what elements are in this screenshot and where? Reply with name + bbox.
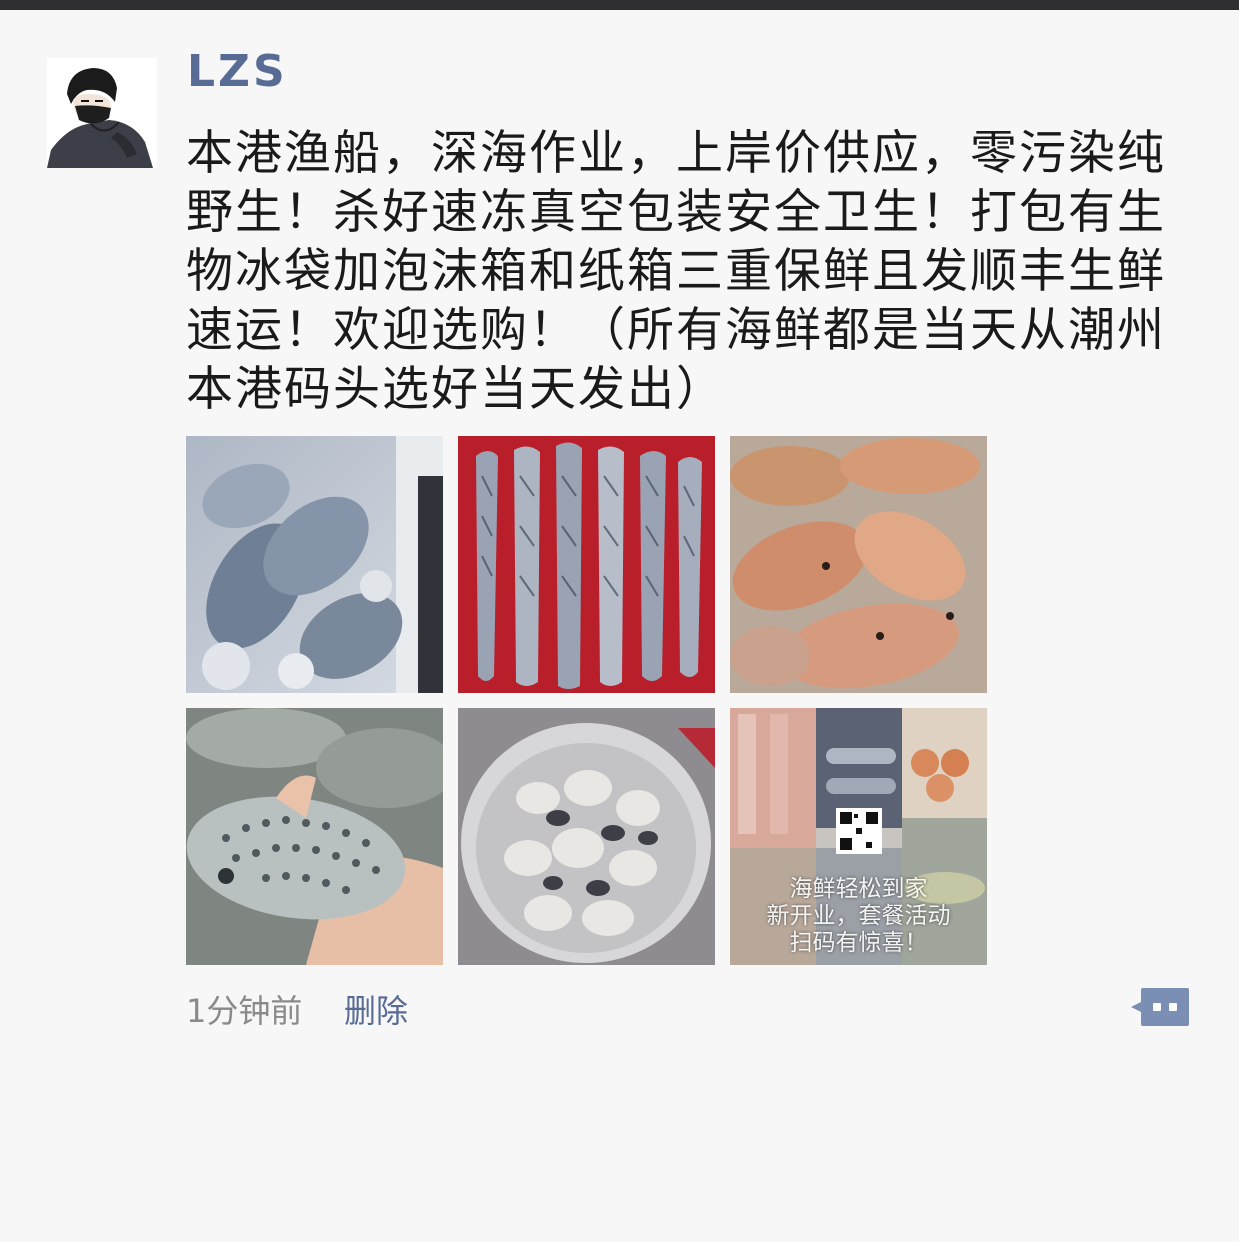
- photo-grid: 海鲜轻松到家 新开业，套餐活动 扫码有惊喜！: [186, 436, 988, 966]
- spotted-fish-photo-icon: [186, 708, 443, 965]
- post-timestamp: 1分钟前: [186, 992, 303, 1030]
- photo-mackerel[interactable]: [458, 436, 715, 693]
- promo-line-3: 扫码有惊喜！: [789, 930, 928, 956]
- photo-frozen-fish[interactable]: [186, 436, 443, 693]
- author-name[interactable]: LZS: [187, 46, 288, 97]
- top-border: [0, 0, 1239, 10]
- mackerel-photo-icon: [458, 436, 715, 693]
- photo-parrotfish[interactable]: [730, 436, 987, 693]
- photo-spotted-fish[interactable]: [186, 708, 443, 965]
- avatar-illustration-icon: [47, 58, 157, 168]
- comment-dots-icon: [1131, 988, 1189, 1026]
- comment-button[interactable]: [1131, 988, 1189, 1026]
- promo-line-1: 海鲜轻松到家: [789, 876, 928, 902]
- parrotfish-photo-icon: [730, 436, 987, 693]
- moments-post: LZS 本港渔船，深海作业，上岸价供应，零污染纯野生！杀好速冻真空包装安全卫生！…: [0, 10, 1239, 1242]
- avatar[interactable]: [47, 58, 157, 168]
- photo-promo-collage[interactable]: 海鲜轻松到家 新开业，套餐活动 扫码有惊喜！: [730, 708, 987, 965]
- delete-button[interactable]: 删除: [344, 986, 408, 1032]
- oysters-photo-icon: [458, 708, 715, 965]
- photo-oysters[interactable]: [458, 708, 715, 965]
- post-text: 本港渔船，深海作业，上岸价供应，零污染纯野生！杀好速冻真空包装安全卫生！打包有生…: [186, 126, 1166, 417]
- promo-line-2: 新开业，套餐活动: [766, 903, 951, 929]
- frozen-fish-photo-icon: [186, 436, 443, 693]
